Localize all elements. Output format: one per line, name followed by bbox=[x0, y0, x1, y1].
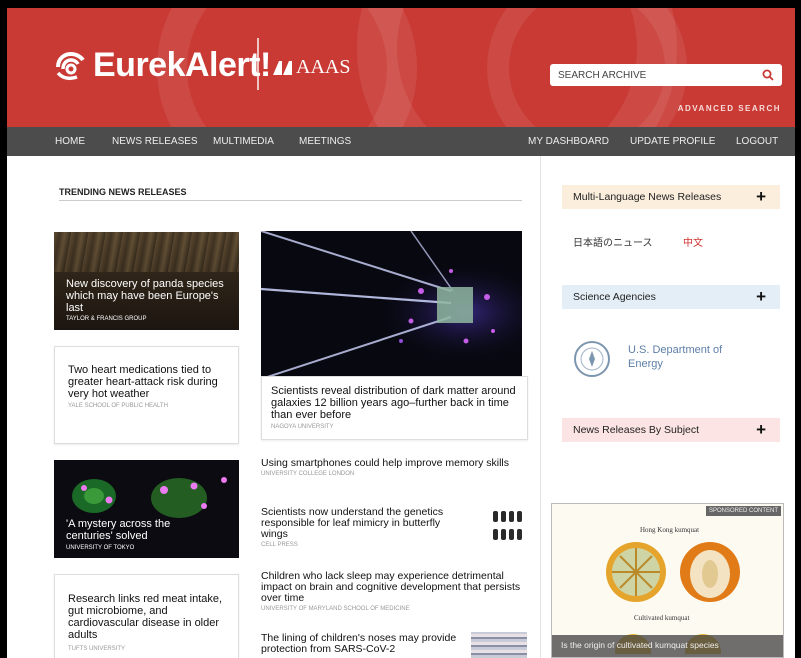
search-icon[interactable] bbox=[762, 69, 774, 81]
plus-icon: + bbox=[756, 187, 766, 206]
nav-home[interactable]: HOME bbox=[55, 136, 85, 147]
chinese-news-link[interactable]: 中文 bbox=[683, 234, 703, 249]
nav-update-profile[interactable]: UPDATE PROFILE bbox=[630, 136, 715, 147]
main-nav: HOME NEWS RELEASES MULTIMEDIA MEETINGS M… bbox=[7, 127, 795, 156]
brand-name: EurekAlert! bbox=[93, 46, 271, 84]
nav-meetings[interactable]: MEETINGS bbox=[299, 136, 351, 147]
news-card-title: Research links red meat intake, gut micr… bbox=[68, 593, 223, 641]
news-list-item[interactable]: Scientists now understand the genetics r… bbox=[261, 506, 461, 549]
section-divider bbox=[59, 200, 522, 201]
news-card-title: Scientists reveal distribution of dark m… bbox=[271, 385, 516, 421]
news-title: Scientists now understand the genetics r… bbox=[261, 506, 444, 540]
doe-seal-graphic bbox=[580, 347, 604, 371]
sidebar-heading: Multi-Language News Releases bbox=[573, 191, 722, 203]
plus-icon: + bbox=[756, 420, 766, 439]
nav-my-dashboard[interactable]: MY DASHBOARD bbox=[528, 136, 609, 147]
sidebar-heading: News Releases By Subject bbox=[573, 424, 700, 436]
news-title: Children who lack sleep may experience d… bbox=[261, 570, 521, 604]
news-card-panda[interactable]: New discovery of panda species which may… bbox=[54, 232, 239, 330]
site-header: EurekAlert! AAAS ADVANCED SEARCH bbox=[7, 8, 795, 127]
news-list-item[interactable]: Children who lack sleep may experience d… bbox=[261, 570, 526, 613]
news-list-item[interactable]: Using smartphones could help improve mem… bbox=[261, 457, 521, 478]
section-title: TRENDING NEWS RELEASES bbox=[59, 187, 187, 197]
sponsored-caption: Is the origin of cultivated kumquat spec… bbox=[552, 635, 783, 657]
advanced-search-link[interactable]: ADVANCED SEARCH bbox=[678, 104, 781, 113]
news-card-source: YALE SCHOOL OF PUBLIC HEALTH bbox=[68, 403, 168, 409]
japanese-news-link[interactable]: 日本語のニュース bbox=[573, 234, 653, 249]
news-card-source: TAYLOR & FRANCIS GROUP bbox=[66, 316, 147, 322]
noses-thumbnail[interactable] bbox=[471, 632, 527, 658]
sponsored-content-card[interactable]: SPONSORED CONTENT Hong Kong kumquat Cult… bbox=[551, 503, 784, 658]
plus-icon: + bbox=[756, 287, 766, 306]
news-source: UNIVERSITY OF MARYLAND SCHOOL OF MEDICIN… bbox=[261, 606, 410, 612]
news-card-red-meat[interactable]: Research links red meat intake, gut micr… bbox=[54, 574, 239, 658]
multi-language-toggle[interactable]: Multi-Language News Releases + bbox=[562, 185, 780, 209]
nav-multimedia[interactable]: MULTIMEDIA bbox=[213, 136, 274, 147]
news-by-subject-toggle[interactable]: News Releases By Subject + bbox=[562, 418, 780, 442]
nav-news-releases[interactable]: NEWS RELEASES bbox=[112, 136, 198, 147]
news-card-source: UNIVERSITY OF TOKYO bbox=[66, 545, 135, 551]
eurekalert-mark-icon bbox=[56, 51, 85, 80]
logo-divider bbox=[257, 38, 259, 90]
butterfly-thumbnail[interactable] bbox=[492, 509, 526, 545]
news-card-source: TUFTS UNIVERSITY bbox=[68, 646, 126, 652]
aaas-text: AAAS bbox=[296, 56, 351, 78]
news-card-heart[interactable]: Two heart medications tied to greater he… bbox=[54, 346, 239, 444]
news-card-title: Two heart medications tied to greater he… bbox=[68, 364, 218, 400]
kumquat-image bbox=[606, 542, 740, 602]
search-box bbox=[550, 64, 782, 86]
news-title: The lining of children's noses may provi… bbox=[261, 632, 457, 655]
doe-link[interactable]: U.S. Department of Energy bbox=[628, 343, 748, 371]
card-image bbox=[72, 477, 227, 518]
news-card-title: 'A mystery across the centuries' solved bbox=[66, 518, 171, 542]
news-card-dark-matter[interactable]: Scientists reveal distribution of dark m… bbox=[261, 376, 528, 440]
news-source: CELL PRESS bbox=[261, 542, 298, 548]
news-source: UNIVERSITY COLLEGE LONDON bbox=[261, 471, 355, 477]
doe-seal-icon[interactable] bbox=[574, 341, 610, 377]
search-input[interactable] bbox=[558, 69, 762, 81]
aaas-logo[interactable]: AAAS bbox=[273, 56, 350, 79]
sponsored-badge: SPONSORED CONTENT bbox=[705, 506, 781, 516]
news-title: Using smartphones could help improve mem… bbox=[261, 457, 510, 469]
news-card-title: New discovery of panda species which may… bbox=[66, 278, 224, 314]
news-image-dark-matter[interactable] bbox=[261, 231, 522, 379]
aaas-mark-icon bbox=[273, 60, 292, 75]
news-card-mystery[interactable]: 'A mystery across the centuries' solved … bbox=[54, 460, 239, 558]
sidebar-heading: Science Agencies bbox=[573, 291, 656, 303]
galaxy-image bbox=[261, 231, 522, 379]
news-card-source: NAGOYA UNIVERSITY bbox=[271, 424, 334, 430]
sponsored-heading: Cultivated kumquat bbox=[634, 614, 690, 622]
news-list-item[interactable]: The lining of children's noses may provi… bbox=[261, 633, 461, 655]
sidebar-divider bbox=[540, 156, 541, 658]
science-agencies-toggle[interactable]: Science Agencies + bbox=[562, 285, 780, 309]
page: EurekAlert! AAAS ADVANCED SEARCH HOME NE… bbox=[7, 8, 795, 658]
sponsored-heading: Hong Kong kumquat bbox=[640, 526, 700, 534]
card-image bbox=[54, 232, 239, 272]
eurekalert-logo[interactable]: EurekAlert! bbox=[55, 46, 271, 85]
nav-logout[interactable]: LOGOUT bbox=[736, 136, 778, 147]
